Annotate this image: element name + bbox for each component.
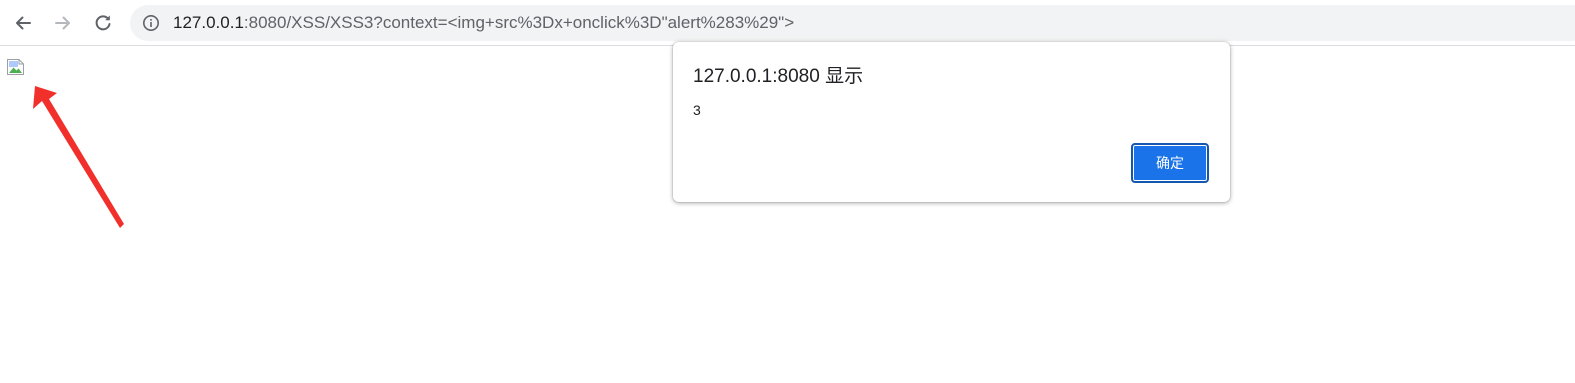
- broken-image-icon[interactable]: [6, 58, 25, 76]
- ok-button[interactable]: 确定: [1131, 143, 1209, 183]
- arrow-right-icon: [55, 16, 70, 30]
- info-icon[interactable]: [142, 14, 160, 32]
- url-text[interactable]: 127.0.0.1:8080/XSS/XSS3?context=<img+src…: [173, 13, 794, 33]
- alert-dialog: 127.0.0.1:8080 显示 3 确定: [673, 42, 1230, 202]
- address-bar[interactable]: 127.0.0.1:8080/XSS/XSS3?context=<img+src…: [130, 5, 1575, 41]
- browser-toolbar: 127.0.0.1:8080/XSS/XSS3?context=<img+src…: [0, 0, 1575, 46]
- arrow-left-icon: [16, 16, 31, 30]
- reload-button[interactable]: [87, 7, 119, 39]
- back-button[interactable]: [7, 7, 39, 39]
- forward-button[interactable]: [47, 7, 79, 39]
- url-path: :8080/XSS/XSS3?context=<img+src%3Dx+oncl…: [243, 13, 795, 32]
- dialog-message: 3: [693, 102, 701, 118]
- dialog-title: 127.0.0.1:8080 显示: [693, 66, 864, 87]
- url-host: 127.0.0.1: [173, 13, 244, 32]
- reload-icon: [95, 15, 111, 31]
